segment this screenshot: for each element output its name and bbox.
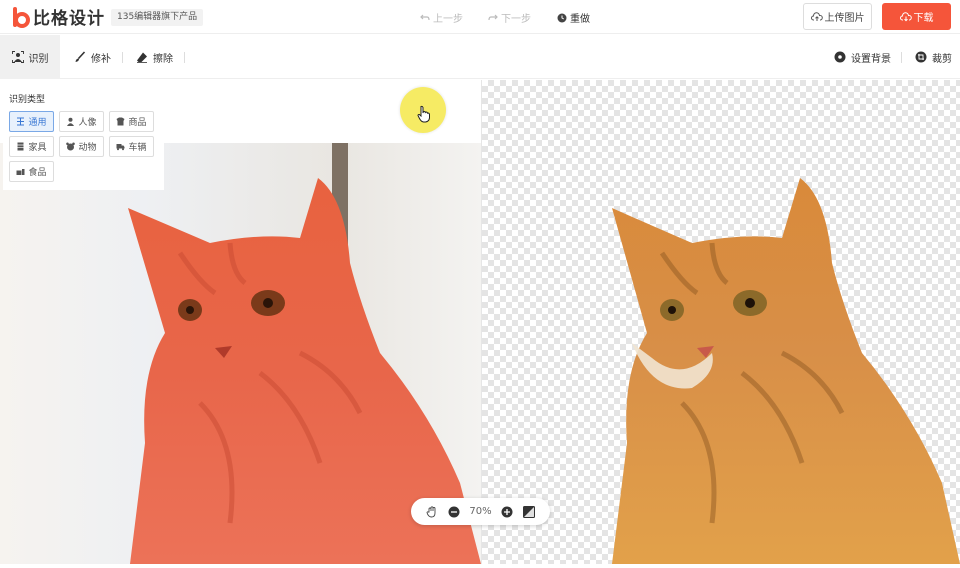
- cat-image-cutout: [612, 178, 960, 564]
- crop-icon: [915, 51, 927, 63]
- tool-recognize[interactable]: 识别: [0, 35, 60, 79]
- product-icon: [116, 117, 125, 126]
- redo-label: 下一步: [501, 14, 531, 25]
- original-photo-cat[interactable]: [0, 143, 481, 564]
- original-pane[interactable]: 识别类型 通用 人像 商品 家具 动物 车辆 食品: [0, 80, 481, 564]
- logo-mark-icon: [13, 6, 30, 28]
- rec-type-label: 商品: [128, 118, 147, 128]
- recognition-type-panel: 识别类型 通用 人像 商品 家具 动物 车辆 食品: [3, 84, 164, 190]
- download-button[interactable]: 下载: [882, 3, 951, 30]
- hand-pointer-icon: [417, 105, 430, 123]
- person-icon: [67, 117, 75, 126]
- logo-text: 比格设计: [33, 9, 105, 29]
- brush-icon: [75, 51, 86, 62]
- tool-erase[interactable]: 擦除: [136, 35, 173, 79]
- reset-icon: [557, 13, 567, 22]
- cloud-download-icon: [899, 11, 912, 21]
- zoom-control: 70%: [411, 498, 550, 525]
- vehicle-icon: [116, 144, 125, 151]
- furniture-icon: [17, 142, 24, 151]
- general-icon: [17, 117, 25, 126]
- rec-type-food[interactable]: 食品: [9, 161, 54, 182]
- rec-type-animal[interactable]: 动物: [59, 136, 104, 157]
- set-background-label: 设置背景: [851, 53, 891, 65]
- toolbar-divider: [122, 52, 123, 63]
- toolbar-divider: [184, 52, 185, 63]
- undo-icon: [420, 14, 430, 20]
- undo-button[interactable]: 上一步: [420, 10, 463, 25]
- sub-brand-badge: 135编辑器旗下产品: [111, 9, 204, 26]
- rec-type-label: 家具: [28, 143, 47, 153]
- animal-icon: [66, 142, 76, 151]
- reset-label: 重做: [570, 14, 590, 25]
- top-header: 比格设计 135编辑器旗下产品 上一步 下一步 重做 上传图片 下载: [0, 0, 960, 34]
- tool-crop[interactable]: 裁剪: [915, 35, 952, 79]
- rec-type-label: 食品: [28, 168, 47, 178]
- zoom-out-icon[interactable]: [448, 506, 460, 518]
- recognize-label: 识别: [28, 53, 49, 65]
- compare-icon[interactable]: [523, 505, 536, 518]
- background-icon: [834, 51, 846, 63]
- rec-type-label: 动物: [78, 143, 97, 153]
- recognition-title: 识别类型: [9, 95, 46, 105]
- upload-image-button[interactable]: 上传图片: [803, 3, 872, 30]
- eraser-icon: [137, 52, 147, 63]
- rec-type-label: 通用: [28, 118, 47, 128]
- tool-repair[interactable]: 修补: [74, 35, 111, 79]
- crop-label: 裁剪: [932, 53, 952, 65]
- rec-type-product[interactable]: 商品: [109, 111, 154, 132]
- zoom-level: 70%: [469, 506, 492, 517]
- recognize-icon: [11, 51, 24, 63]
- result-pane[interactable]: [482, 80, 960, 564]
- undo-label: 上一步: [433, 14, 463, 25]
- rec-type-label: 人像: [78, 118, 97, 128]
- cloud-upload-icon: [810, 11, 823, 21]
- rec-type-general[interactable]: 通用: [9, 111, 54, 132]
- zoom-in-icon[interactable]: [501, 506, 513, 518]
- edit-toolbar: 识别 修补 擦除 设置背景 裁剪: [0, 35, 960, 79]
- repair-label: 修补: [91, 53, 111, 65]
- logo[interactable]: 比格设计: [12, 4, 105, 29]
- download-label: 下载: [913, 13, 934, 24]
- editor-canvas[interactable]: 识别类型 通用 人像 商品 家具 动物 车辆 食品 70%: [0, 80, 960, 564]
- toolbar-divider: [901, 52, 902, 63]
- reset-button[interactable]: 重做: [557, 10, 590, 25]
- redo-button[interactable]: 下一步: [488, 10, 531, 25]
- rec-type-furniture[interactable]: 家具: [9, 136, 54, 157]
- food-icon: [16, 169, 25, 175]
- rec-type-person[interactable]: 人像: [59, 111, 104, 132]
- result-photo-cat[interactable]: [482, 143, 960, 564]
- tool-set-background[interactable]: 设置背景: [834, 35, 891, 79]
- erase-label: 擦除: [153, 53, 173, 65]
- upload-label: 上传图片: [824, 13, 865, 24]
- rec-type-vehicle[interactable]: 车辆: [109, 136, 154, 157]
- redo-icon: [488, 14, 498, 20]
- hand-pan-icon[interactable]: [426, 505, 438, 518]
- cat-image-selected: [0, 143, 481, 564]
- rec-type-label: 车辆: [128, 143, 147, 153]
